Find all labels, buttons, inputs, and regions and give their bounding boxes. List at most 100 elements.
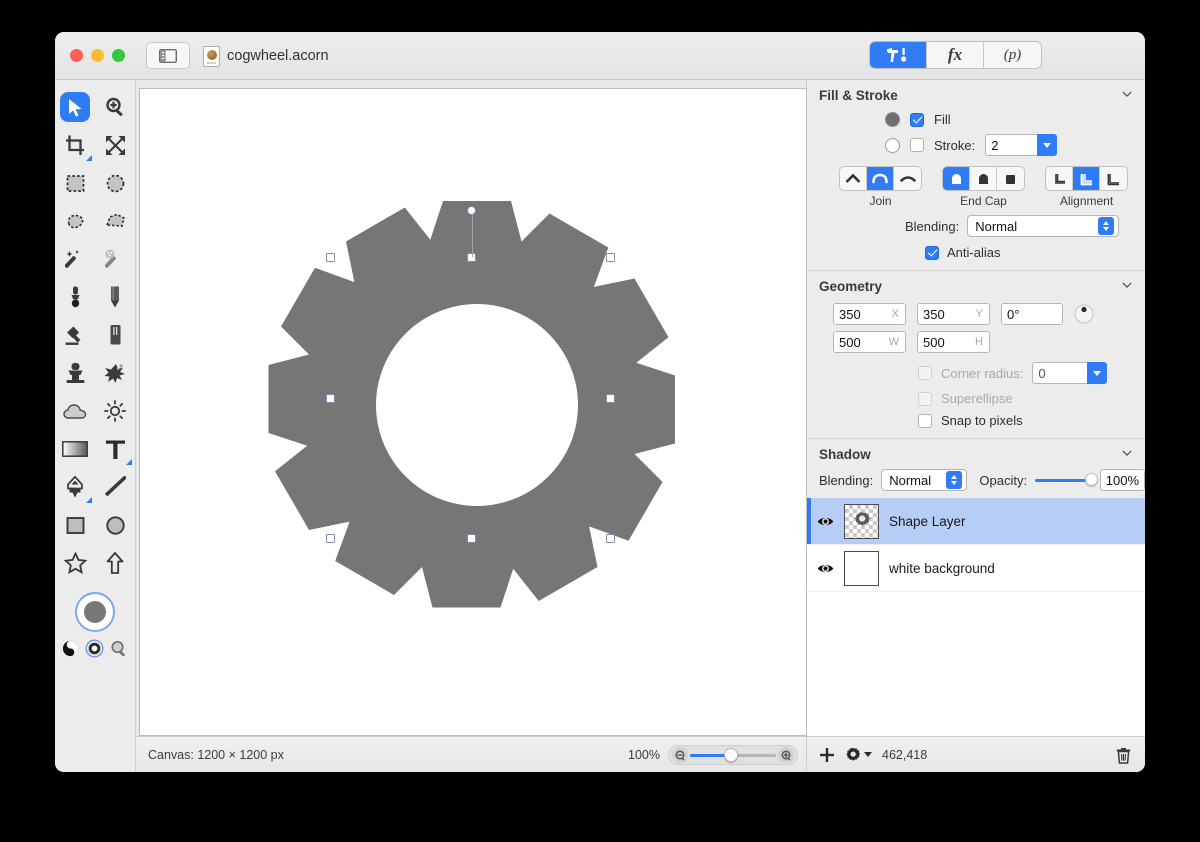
- selection-handle-top-left[interactable]: [326, 253, 335, 262]
- align-center-button[interactable]: [1073, 167, 1100, 190]
- pencil-tool[interactable]: [95, 278, 135, 316]
- superellipse-checkbox[interactable]: [918, 391, 932, 406]
- cap-butt-button[interactable]: [970, 167, 997, 190]
- maximize-button[interactable]: [112, 49, 125, 62]
- polygon-lasso-tool[interactable]: [95, 202, 135, 240]
- zoom-magnifier-icon[interactable]: [110, 640, 128, 658]
- line-tool[interactable]: [95, 468, 135, 506]
- chevron-down-icon[interactable]: [1122, 448, 1132, 458]
- stroke-width-dropdown[interactable]: [1037, 134, 1058, 156]
- fill-checkbox[interactable]: [910, 112, 924, 127]
- rectangular-marquee-tool[interactable]: [55, 164, 95, 202]
- magic-wand-tool[interactable]: [55, 240, 95, 278]
- transform-tool[interactable]: [95, 126, 135, 164]
- layer-thumbnail-shape[interactable]: [844, 503, 879, 539]
- close-button[interactable]: [70, 49, 83, 62]
- cap-square-button[interactable]: [997, 167, 1024, 190]
- snap-to-pixels-checkbox[interactable]: [918, 413, 932, 428]
- join-miter-button[interactable]: [840, 167, 867, 190]
- blending-popup[interactable]: Normal: [967, 215, 1120, 237]
- shadow-opacity-knob[interactable]: [1085, 473, 1099, 486]
- fill-color-swatch[interactable]: [885, 112, 900, 127]
- corner-radius-checkbox[interactable]: [918, 366, 932, 380]
- eye-visibility-icon[interactable]: [817, 515, 834, 528]
- cogwheel-shape[interactable]: [140, 89, 808, 737]
- stroke-width-field[interactable]: 2: [985, 134, 1038, 156]
- zoom-in-button[interactable]: [778, 747, 794, 763]
- corner-radius-field[interactable]: 0: [1032, 362, 1088, 384]
- smudge-tool[interactable]: [95, 354, 135, 392]
- rectangle-tool[interactable]: [55, 506, 95, 544]
- geometry-section-header[interactable]: Geometry: [807, 271, 1145, 301]
- canvas-sheet[interactable]: [139, 88, 807, 736]
- selection-handle-bottom-right[interactable]: [606, 534, 615, 543]
- join-bevel-button[interactable]: [894, 167, 921, 190]
- geometry-x-field[interactable]: 350 X: [833, 303, 906, 325]
- color-picker-circle-icon[interactable]: [85, 639, 104, 658]
- stroke-color-swatch[interactable]: [885, 137, 900, 153]
- sidebar-toggle-button[interactable]: [146, 42, 190, 69]
- paint-bucket-tool[interactable]: [55, 316, 95, 354]
- gradient-tool[interactable]: [55, 430, 95, 468]
- brush-tool[interactable]: [55, 278, 95, 316]
- tab-filters[interactable]: fx: [927, 42, 984, 68]
- shadow-opacity-field[interactable]: 100%: [1099, 469, 1145, 491]
- align-outside-button[interactable]: [1100, 167, 1127, 190]
- layer-settings-menu[interactable]: [845, 747, 872, 763]
- geometry-rotation-field[interactable]: 0°: [1001, 303, 1063, 325]
- crop-tool[interactable]: [55, 126, 95, 164]
- invert-colors-icon[interactable]: [62, 640, 79, 657]
- selection-handle-bottom-left[interactable]: [326, 534, 335, 543]
- move-tool[interactable]: [55, 88, 95, 126]
- cap-round-button[interactable]: [943, 167, 970, 190]
- shadow-section-header[interactable]: Shadow: [807, 439, 1145, 469]
- elliptical-marquee-tool[interactable]: [95, 164, 135, 202]
- stroke-checkbox[interactable]: [910, 138, 924, 152]
- rotation-dial-icon[interactable]: [1074, 304, 1094, 324]
- zoom-slider[interactable]: [668, 745, 798, 765]
- selection-handle-mid-right[interactable]: [606, 394, 615, 403]
- chevron-down-icon[interactable]: [1122, 280, 1132, 290]
- ellipse-tool[interactable]: [95, 506, 135, 544]
- text-tool[interactable]: [95, 430, 135, 468]
- layer-row-white-background[interactable]: white background: [807, 545, 1145, 592]
- chevron-down-icon[interactable]: [1122, 89, 1132, 99]
- star-tool[interactable]: [55, 544, 95, 582]
- pen-tool[interactable]: [55, 468, 95, 506]
- align-inside-button[interactable]: [1046, 167, 1073, 190]
- selection-handle-mid-left[interactable]: [326, 394, 335, 403]
- shadow-opacity-slider[interactable]: [1035, 473, 1099, 487]
- eraser-tool[interactable]: [95, 316, 135, 354]
- blur-tool[interactable]: [55, 392, 95, 430]
- layer-row-shape-layer[interactable]: Shape Layer: [807, 498, 1145, 545]
- selection-handle-top-right[interactable]: [606, 253, 615, 262]
- tab-presets[interactable]: (p): [984, 42, 1041, 68]
- clone-stamp-tool[interactable]: [55, 354, 95, 392]
- trash-icon[interactable]: [1116, 747, 1131, 764]
- fill-stroke-section-header[interactable]: Fill & Stroke: [807, 80, 1145, 110]
- zoom-slider-knob[interactable]: [724, 748, 738, 762]
- document-title-area[interactable]: Acorn cogwheel.acorn: [203, 32, 329, 80]
- layer-thumbnail-white[interactable]: [844, 550, 879, 586]
- selection-handle-bottom-center[interactable]: [467, 534, 476, 543]
- eye-visibility-icon[interactable]: [817, 562, 834, 575]
- plus-icon[interactable]: [819, 747, 835, 763]
- minimize-button[interactable]: [91, 49, 104, 62]
- arrow-tool[interactable]: [95, 544, 135, 582]
- geometry-h-field[interactable]: 500 H: [917, 331, 990, 353]
- zoom-out-button[interactable]: [672, 747, 688, 763]
- rotation-handle[interactable]: [467, 206, 476, 215]
- geometry-y-field[interactable]: 350 Y: [917, 303, 990, 325]
- join-round-button[interactable]: [867, 167, 894, 190]
- anti-alias-checkbox[interactable]: [925, 245, 939, 260]
- canvas-scroll-view[interactable]: [136, 80, 807, 736]
- zoom-tool[interactable]: [95, 88, 135, 126]
- lasso-tool[interactable]: [55, 202, 95, 240]
- tab-tools[interactable]: [870, 42, 927, 68]
- shadow-blending-popup[interactable]: Normal: [881, 469, 968, 491]
- foreground-color-well[interactable]: [75, 592, 115, 632]
- dodge-tool[interactable]: [95, 392, 135, 430]
- corner-radius-dropdown[interactable]: [1087, 362, 1108, 384]
- instant-alpha-tool[interactable]: [95, 240, 135, 278]
- geometry-w-field[interactable]: 500 W: [833, 331, 906, 353]
